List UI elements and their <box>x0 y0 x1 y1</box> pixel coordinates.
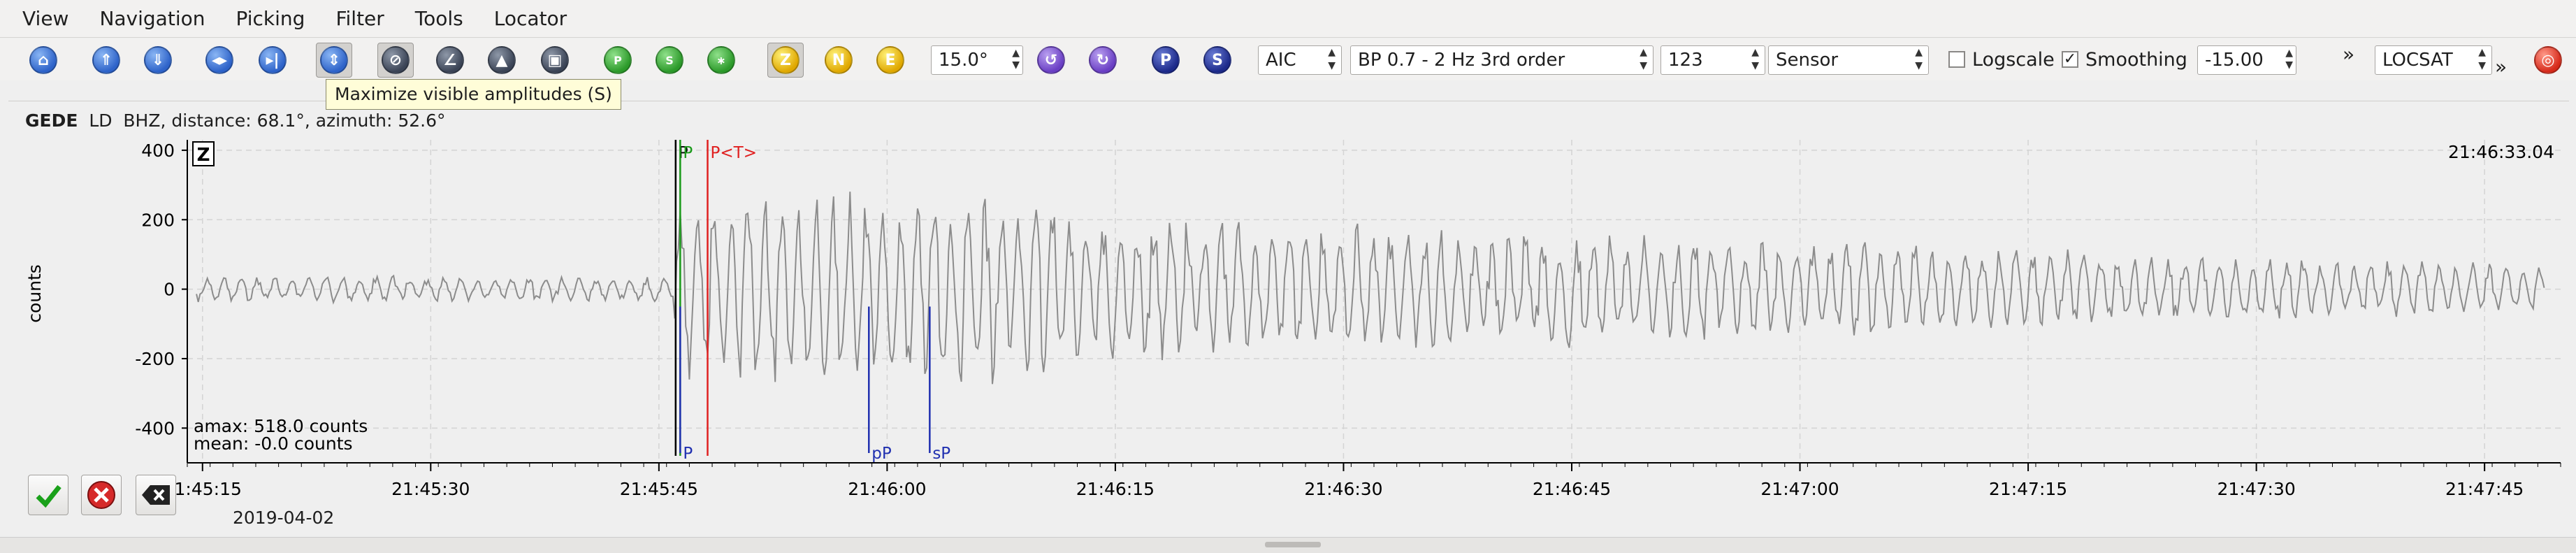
phase-picks[interactable]: PP P<T>P pP sP <box>674 140 951 463</box>
x-tick-label: 21:47:15 <box>1989 479 2067 499</box>
accept-button[interactable] <box>28 475 68 515</box>
check-icon <box>36 484 61 508</box>
time-label: 21:46:33.04 <box>2448 142 2554 162</box>
scrollbar-thumb[interactable] <box>1265 542 1321 547</box>
y-tick-label: 400 <box>141 141 175 161</box>
delete-icon <box>142 485 170 505</box>
date-label: 2019-04-02 <box>233 508 335 528</box>
x-tick-label: 21:46:45 <box>1533 479 1611 499</box>
tooltip: Maximize visible amplitudes (S) <box>326 79 621 110</box>
delete-button[interactable] <box>136 475 176 515</box>
reject-icon <box>87 481 115 509</box>
waveform-line <box>196 192 2545 385</box>
y-tick-label: -200 <box>135 349 175 369</box>
arrival-label[interactable]: pP <box>871 445 892 463</box>
arrival-label[interactable]: sP <box>932 445 950 463</box>
component-badge: Z <box>197 145 210 166</box>
y-tick-label: 0 <box>164 280 175 300</box>
pick-label[interactable]: P <box>683 144 693 162</box>
y-tick-label: -400 <box>135 418 175 438</box>
x-tick-label: 21:47:00 <box>1760 479 1839 499</box>
x-tick-label: 21:46:15 <box>1076 479 1155 499</box>
x-tick-label: 21:45:30 <box>391 479 470 499</box>
x-tick-label: 21:46:30 <box>1304 479 1382 499</box>
y-axis-label: counts <box>24 264 45 323</box>
arrival-label[interactable]: P <box>683 445 693 463</box>
pick-label[interactable]: P<T> <box>711 144 757 162</box>
x-tick-label: 21:47:30 <box>2217 479 2295 499</box>
x-tick-label: 21:47:45 <box>2445 479 2524 499</box>
waveform-trace <box>196 192 2545 385</box>
mean-label: mean: -0.0 counts <box>194 433 353 454</box>
x-tick-label: 21:45:45 <box>620 479 698 499</box>
x-tick-label: 21:46:00 <box>848 479 926 499</box>
reject-button[interactable] <box>81 475 122 515</box>
plot-axes: 4002000-200-40021:45:15 21:45:30 21:45:45 2… <box>135 140 2561 499</box>
y-tick-label: 200 <box>141 210 175 230</box>
